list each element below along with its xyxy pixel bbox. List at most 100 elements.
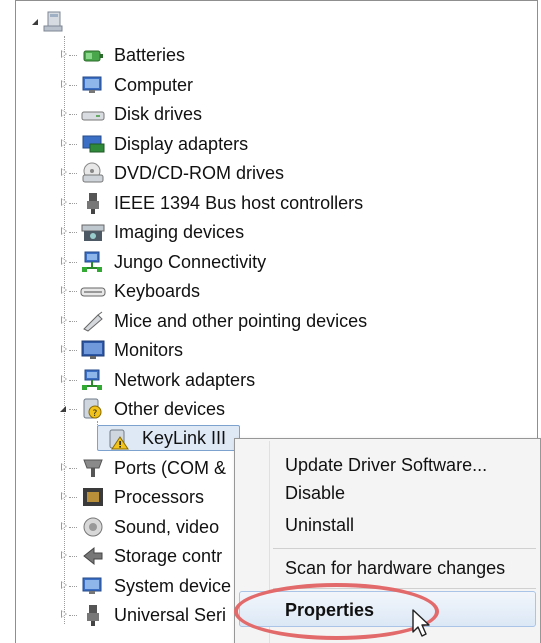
tree-item-label: System device: [114, 576, 232, 596]
warning-device-icon: [109, 429, 129, 450]
tree-item-label: DVD/CD-ROM drives: [114, 163, 285, 183]
tree-dots: [69, 291, 77, 292]
tree-item[interactable]: Mice and other pointing devices: [56, 308, 416, 334]
tree-item-label: Monitors: [114, 340, 184, 360]
tree-item-label: Imaging devices: [114, 222, 245, 242]
tree-item[interactable]: DVD/CD-ROM drives: [56, 160, 416, 186]
usb-icon: [87, 605, 99, 626]
tree-item[interactable]: System device: [56, 573, 234, 599]
dvd-drive-icon: [82, 162, 104, 183]
menu-item-update-driver[interactable]: Update Driver Software...: [285, 453, 487, 477]
tree-item[interactable]: IEEE 1394 Bus host controllers: [56, 190, 416, 216]
expand-arrow-icon[interactable]: [61, 109, 67, 117]
tree-dots: [69, 144, 77, 145]
tree-item[interactable]: Keyboards: [56, 278, 416, 304]
disk-drive-icon: [81, 111, 105, 121]
tree-item[interactable]: Network adapters: [56, 367, 416, 393]
expand-arrow-icon[interactable]: [61, 257, 67, 265]
tree-item-label: Ports (COM &: [114, 458, 227, 478]
collapse-arrow-icon[interactable]: [60, 406, 66, 412]
tree-dots: [69, 85, 77, 86]
tree-dots: [69, 380, 77, 381]
tree-item[interactable]: Sound, video: [56, 514, 234, 540]
expand-arrow-icon[interactable]: [61, 316, 67, 324]
expand-arrow-icon[interactable]: [61, 227, 67, 235]
tree-item-label-keylink: KeyLink III: [142, 428, 227, 448]
expand-arrow-icon[interactable]: [61, 463, 67, 471]
expand-arrow-icon[interactable]: [61, 610, 67, 618]
root-expand-arrow[interactable]: [32, 19, 38, 25]
tree-dots: [69, 55, 77, 56]
system-device-icon: [82, 577, 102, 594]
tree-item-label: Keyboards: [114, 281, 201, 301]
mouse-pointer-icon: [412, 609, 430, 637]
ieee1394-icon: [87, 193, 99, 214]
expand-arrow-icon[interactable]: [61, 198, 67, 206]
svg-text:?: ?: [93, 409, 98, 419]
expand-arrow-icon[interactable]: [61, 345, 67, 353]
tree-item[interactable]: Jungo Connectivity: [56, 249, 416, 275]
tree-item[interactable]: Disk drives: [56, 101, 416, 127]
menu-item-scan-hardware[interactable]: Scan for hardware changes: [285, 556, 505, 580]
tree-dots: [69, 497, 77, 498]
network-adapter-icon: [82, 369, 102, 390]
tree-item[interactable]: Processors: [56, 484, 234, 510]
computer-root-icon: [43, 11, 63, 32]
tree-item[interactable]: Monitors: [56, 337, 416, 363]
tree-dots: [69, 409, 77, 410]
tree-item-label: Disk drives: [114, 104, 203, 124]
tree-dots: [69, 556, 77, 557]
tree-item-label: Display adapters: [114, 134, 249, 154]
tree-item-label: Processors: [114, 487, 205, 507]
storage-icon: [83, 546, 103, 566]
expand-arrow-icon[interactable]: [61, 168, 67, 176]
network-icon: [82, 251, 102, 272]
keyboard-icon: [80, 287, 106, 297]
mouse-icon: [83, 311, 103, 332]
expand-arrow-icon[interactable]: [61, 375, 67, 383]
expand-arrow-icon[interactable]: [61, 286, 67, 294]
tree-item-label: Jungo Connectivity: [114, 252, 267, 272]
tree-item[interactable]: Imaging devices: [56, 219, 416, 245]
tree-item[interactable]: Computer: [56, 72, 416, 98]
battery-icon: [83, 50, 103, 62]
tree-dots: [69, 321, 77, 322]
tree-item-label: Mice and other pointing devices: [114, 311, 368, 331]
tree-dots: [69, 527, 77, 528]
tree-item[interactable]: Ports (COM &: [56, 455, 234, 481]
monitor-icon: [81, 340, 105, 359]
display-adapter-icon: [82, 135, 105, 153]
root-node[interactable]: [30, 10, 66, 36]
tree-dots: [69, 468, 77, 469]
tree-dots: [69, 350, 77, 351]
tree-item[interactable]: Display adapters: [56, 131, 416, 157]
tree-item[interactable]: Storage contr: [56, 543, 234, 569]
tree-dots: [69, 232, 77, 233]
tree-item-label: Universal Seri: [114, 605, 227, 625]
tree-item-label: Storage contr: [114, 546, 223, 566]
expand-arrow-icon[interactable]: [61, 80, 67, 88]
tree-dots: [69, 586, 77, 587]
menu-item-uninstall[interactable]: Uninstall: [285, 513, 354, 537]
tree-dots: [69, 173, 77, 174]
expand-arrow-icon[interactable]: [61, 522, 67, 530]
tree-item[interactable]: Batteries: [56, 42, 416, 68]
expand-arrow-icon[interactable]: [61, 581, 67, 589]
expand-arrow-icon[interactable]: [61, 50, 67, 58]
tree-dots: [69, 262, 77, 263]
highlight-ring: [234, 583, 439, 640]
tree-item-label: Computer: [114, 75, 194, 95]
tree-dots: [69, 203, 77, 204]
tree-item-label: Network adapters: [114, 370, 256, 390]
expand-arrow-icon[interactable]: [61, 139, 67, 147]
tree-item[interactable]: ? Other devices: [56, 396, 416, 422]
expand-arrow-icon[interactable]: [61, 551, 67, 559]
camera-icon: [81, 224, 105, 241]
tree-item-label: Batteries: [114, 45, 186, 65]
tree-item-label: Sound, video: [114, 517, 220, 537]
tree-dots: [69, 114, 77, 115]
expand-arrow-icon[interactable]: [61, 492, 67, 500]
tree-item[interactable]: Universal Seri: [56, 602, 234, 628]
menu-item-disable[interactable]: Disable: [285, 481, 345, 505]
speaker-icon: [83, 517, 103, 537]
